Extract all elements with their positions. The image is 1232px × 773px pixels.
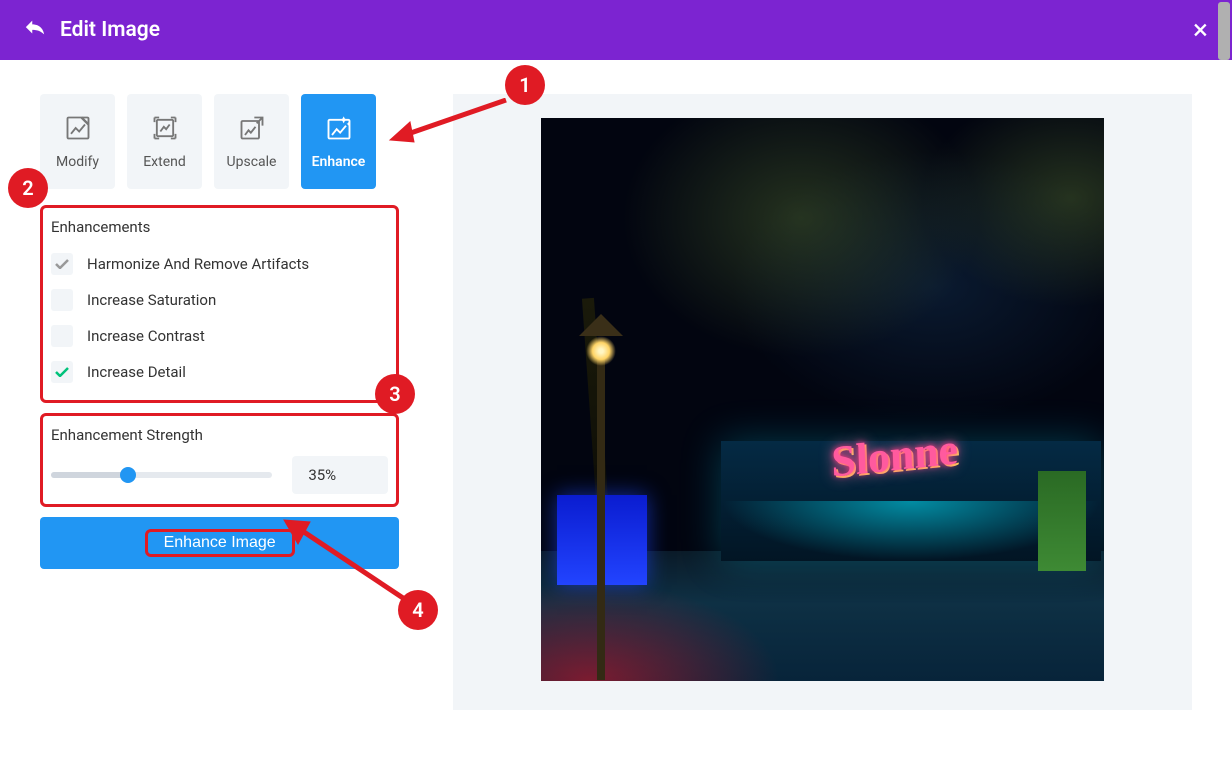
tab-label: Enhance <box>312 154 366 170</box>
enhance-button-label: Enhance Image <box>145 529 295 557</box>
annotation-marker-3: 3 <box>375 374 415 414</box>
annotation-marker-4: 4 <box>398 590 438 630</box>
checkbox-saturation[interactable]: Increase Saturation <box>51 282 388 318</box>
checkbox-label: Increase Detail <box>87 363 186 381</box>
close-icon[interactable]: × <box>1193 16 1208 44</box>
checkbox-harmonize[interactable]: Harmonize And Remove Artifacts <box>51 246 388 282</box>
checkbox-detail[interactable]: Increase Detail <box>51 354 388 390</box>
section-title: Enhancements <box>51 218 388 236</box>
slider-thumb[interactable] <box>120 467 136 483</box>
header-left: Edit Image <box>24 17 160 43</box>
annotation-arrow-1 <box>388 98 508 148</box>
enhancements-section: Enhancements Harmonize And Remove Artifa… <box>40 205 399 403</box>
strength-value[interactable]: 35% <box>292 456 388 494</box>
preview-image: Slonne <box>541 118 1104 681</box>
tab-label: Extend <box>143 154 186 170</box>
tab-label: Upscale <box>227 154 277 170</box>
checkbox-icon[interactable] <box>51 325 73 347</box>
checkbox-label: Harmonize And Remove Artifacts <box>87 255 309 273</box>
checkbox-icon[interactable] <box>51 253 73 275</box>
content-area: Modify Extend Upscale Enhance Enhancemen… <box>0 60 1232 744</box>
section-title: Enhancement Strength <box>51 426 388 444</box>
tab-modify[interactable]: Modify <box>40 94 115 189</box>
tab-upscale[interactable]: Upscale <box>214 94 289 189</box>
scrollbar-thumb[interactable] <box>1218 2 1230 60</box>
strength-slider[interactable] <box>51 472 272 478</box>
tab-label: Modify <box>56 154 99 170</box>
strength-section: Enhancement Strength 35% <box>40 413 399 507</box>
annotation-arrow-4 <box>282 516 412 606</box>
tab-row: Modify Extend Upscale Enhance <box>40 94 399 189</box>
annotation-marker-1: 1 <box>505 65 545 105</box>
checkbox-contrast[interactable]: Increase Contrast <box>51 318 388 354</box>
tab-extend[interactable]: Extend <box>127 94 202 189</box>
checkbox-icon[interactable] <box>51 289 73 311</box>
strength-row: 35% <box>51 456 388 494</box>
back-icon[interactable] <box>24 17 46 43</box>
checkbox-label: Increase Contrast <box>87 327 205 345</box>
checkbox-icon[interactable] <box>51 361 73 383</box>
checkbox-label: Increase Saturation <box>87 291 216 309</box>
page-title: Edit Image <box>60 18 160 42</box>
preview-panel: Slonne <box>453 94 1192 710</box>
settings-panel: Modify Extend Upscale Enhance Enhancemen… <box>40 94 399 710</box>
annotation-marker-2: 2 <box>8 168 48 208</box>
slider-fill <box>51 472 128 478</box>
tab-enhance[interactable]: Enhance <box>301 94 376 189</box>
header-bar: Edit Image × <box>0 0 1232 60</box>
